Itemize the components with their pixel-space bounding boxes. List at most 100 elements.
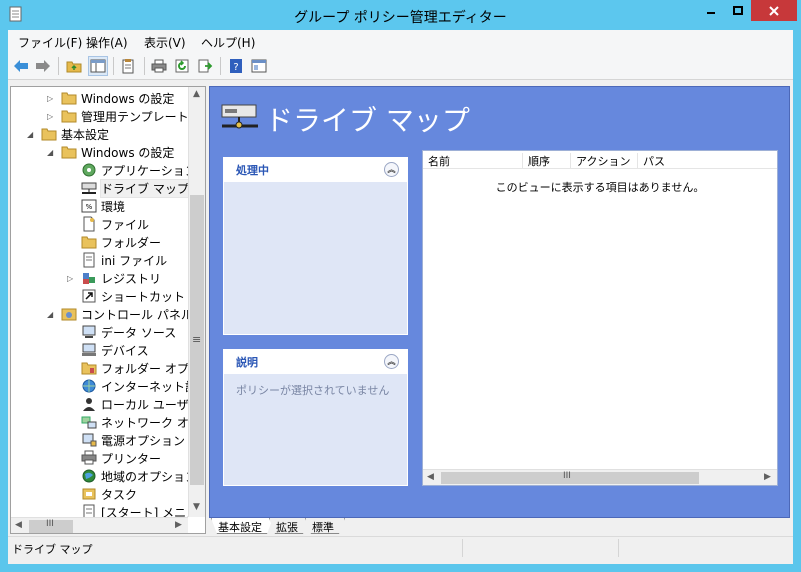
expand-arrow-icon[interactable]: ▷ [67, 274, 77, 283]
properties-button[interactable] [118, 56, 138, 76]
power-options-icon [82, 433, 97, 447]
tree-item[interactable]: ini ファイル [67, 251, 167, 269]
collapse-arrow-icon[interactable]: ◢ [27, 130, 37, 139]
scroll-down-icon[interactable]: ▼ [193, 502, 200, 512]
tree-item[interactable]: ショートカット [67, 287, 185, 305]
tree-item[interactable]: ▷ Windows の設定 [47, 89, 174, 107]
tree-horizontal-scrollbar[interactable]: ◀ III ▶ [11, 517, 188, 533]
tree-item-label: レジストリ [101, 271, 162, 286]
refresh-button[interactable] [172, 56, 192, 76]
toolbar: ? [8, 52, 793, 80]
tree-vertical-scrollbar[interactable]: ▲ ≡ ▼ [188, 87, 205, 517]
export-list-button[interactable] [195, 56, 215, 76]
tree-item[interactable]: ローカル ユーザ [67, 395, 189, 413]
status-text: ドライブ マップ [12, 543, 93, 556]
registry-icon [83, 273, 95, 284]
scroll-right-icon[interactable]: ▶ [764, 472, 771, 482]
tree-item[interactable]: タスク [67, 485, 137, 503]
shortcut-icon [82, 289, 96, 303]
tree-item[interactable]: データ ソース [67, 323, 176, 341]
minimize-icon [707, 11, 715, 14]
back-icon [14, 60, 28, 72]
data-source-icon [82, 325, 96, 338]
up-folder-icon [66, 61, 82, 73]
tree-item[interactable]: ファイル [67, 215, 149, 233]
print-button[interactable] [149, 56, 169, 76]
regional-options-icon [82, 469, 96, 483]
minimize-button[interactable] [697, 0, 725, 21]
menu-file[interactable]: ファイル(F) [18, 34, 82, 51]
tree-item[interactable]: ◢ コントロール パネルの [47, 305, 205, 323]
tab-standard[interactable]: 標準 [305, 518, 345, 534]
tree-item[interactable]: ▷ 管理用テンプレート [47, 107, 189, 125]
up-folder-button[interactable] [64, 56, 84, 76]
column-path[interactable]: パス [638, 153, 777, 169]
tree-item[interactable]: ネットワーク オプ [67, 413, 201, 431]
tree-item[interactable]: % 環境 [67, 197, 125, 215]
folder-icon [41, 128, 57, 141]
collapse-up-icon[interactable]: ︽ [384, 354, 399, 369]
forward-button[interactable] [33, 56, 53, 76]
tree-item[interactable]: フォルダー [67, 233, 161, 251]
console-button[interactable] [249, 56, 269, 76]
processing-header[interactable]: 処理中 ︽ [224, 158, 407, 182]
tree-item-label: デバイス [101, 343, 149, 358]
tree-pane[interactable]: ▷ Windows の設定 ▷ 管理用テンプレート ◢ 基本設定 ◢ Windows の設定ア… [10, 86, 206, 534]
tree-item[interactable]: ◢ 基本設定 [27, 125, 109, 143]
tree-item-label: コントロール パネルの [81, 307, 205, 322]
show-hide-tree-button[interactable] [88, 56, 108, 76]
tree-item-label: 地域のオプション [101, 469, 198, 484]
tree-item[interactable]: 地域のオプション [67, 467, 197, 485]
menu-action[interactable]: 操作(A) [86, 34, 128, 51]
processing-panel: 処理中 ︽ [223, 157, 408, 335]
help-button[interactable]: ? [226, 56, 246, 76]
collapse-arrow-icon[interactable]: ◢ [47, 148, 57, 157]
tree-item[interactable]: デバイス [67, 341, 149, 359]
scroll-up-icon[interactable]: ▲ [193, 89, 200, 99]
scroll-left-icon[interactable]: ◀ [427, 472, 434, 482]
tree-item[interactable]: アプリケーション [67, 161, 197, 179]
expand-arrow-icon[interactable]: ▷ [47, 112, 57, 121]
folder-icon [61, 110, 77, 123]
collapse-up-icon[interactable]: ︽ [384, 162, 399, 177]
list-horizontal-scrollbar[interactable]: ◀ III ▶ [423, 469, 777, 485]
tree-item-label: ローカル ユーザ [101, 397, 189, 412]
collapse-arrow-icon[interactable]: ◢ [47, 310, 57, 319]
drive-map-icon [221, 104, 258, 129]
tree-item[interactable]: インターネット設 [67, 377, 197, 395]
back-button[interactable] [11, 56, 31, 76]
close-button[interactable] [751, 0, 797, 21]
menu-view[interactable]: 表示(V) [144, 34, 186, 51]
processing-title: 処理中 [236, 164, 269, 177]
tree-item[interactable]: 電源オプション [67, 431, 185, 449]
tree-item[interactable]: ▷ レジストリ [67, 269, 161, 287]
maximize-button[interactable] [724, 0, 752, 21]
tab-basic[interactable]: 基本設定 [211, 518, 273, 534]
tree-item-label: ネットワーク オプ [101, 415, 201, 430]
ini-file-icon [83, 252, 95, 268]
scroll-right-icon[interactable]: ▶ [175, 520, 182, 530]
column-name[interactable]: 名前 [423, 153, 523, 169]
tree-item[interactable]: ドライブ マップ [67, 178, 190, 198]
tree-item[interactable]: フォルダー オプシ [67, 359, 201, 377]
folder-icon [81, 236, 97, 249]
tree-item[interactable]: ◢ Windows の設定 [47, 143, 174, 161]
scroll-left-icon[interactable]: ◀ [15, 520, 22, 530]
expand-arrow-icon[interactable]: ▷ [47, 94, 57, 103]
items-list[interactable]: 名前 順序 アクション パス このビューに表示する項目はありません。 ◀ III… [422, 150, 778, 486]
description-text: ポリシーが選択されていません [236, 384, 390, 397]
column-order[interactable]: 順序 [523, 153, 571, 169]
maximize-icon [733, 5, 743, 15]
tree-item[interactable]: プリンター [67, 449, 161, 467]
column-action[interactable]: アクション [571, 153, 638, 169]
close-icon [769, 5, 779, 16]
description-panel: 説明 ︽ ポリシーが選択されていません [223, 349, 408, 486]
tree-item-label: 基本設定 [61, 127, 110, 142]
scroll-grip-icon: ≡ [192, 333, 202, 346]
tree-item-label: プリンター [101, 451, 162, 466]
description-header[interactable]: 説明 ︽ [224, 350, 407, 374]
menu-help[interactable]: ヘルプ(H) [201, 34, 255, 51]
tree-item-label: インターネット設 [101, 379, 198, 394]
tab-extended[interactable]: 拡張 [269, 518, 309, 534]
device-icon [82, 343, 96, 356]
